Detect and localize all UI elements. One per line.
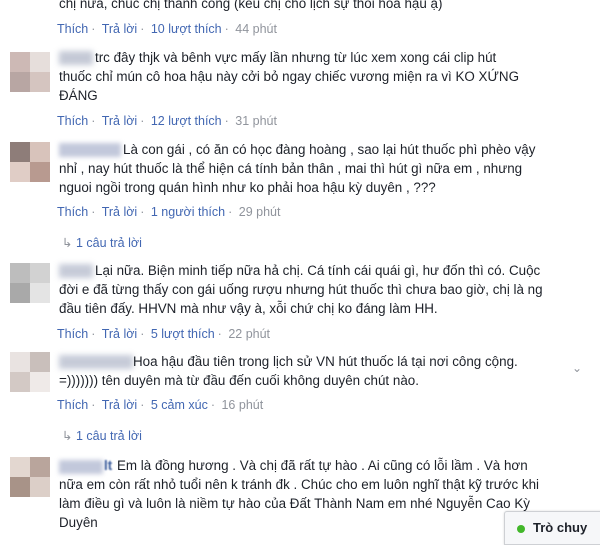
reply-arrow-icon: ↳ [62,429,73,443]
comment-text: nhỉ , nay hút thuốc là thể hiện cá tính … [59,161,523,176]
like-link[interactable]: Thích [57,327,88,341]
view-replies-link[interactable]: ↳ 1 câu trả lời [62,428,142,443]
comment-text: ĐÁNG [59,88,98,103]
timestamp[interactable]: 44 phút [235,22,277,36]
likes-count[interactable]: 5 lượt thích [151,327,215,341]
likes-count[interactable]: 12 lượt thích [151,114,222,128]
chat-bar[interactable]: Trò chuy [504,511,600,545]
comment-text: Hoa hậu đầu tiên trong lịch sử VN hút th… [133,354,518,369]
like-link[interactable]: Thích [57,398,88,412]
timestamp[interactable]: 22 phút [228,327,270,341]
reply-arrow-icon: ↳ [62,236,73,250]
online-status-icon [517,525,525,533]
chevron-down-icon[interactable]: ⌄ [572,361,582,375]
timestamp[interactable]: 29 phút [239,205,281,219]
comment-actions-2: Thích · Trả lời · 1 người thích · 29 phút [57,205,281,219]
comment-text: Em là đồng hương . Và chị đã rất tự hào … [117,458,528,473]
author-name-blurred[interactable] [59,355,133,369]
comment-text: nữa em còn rất nhỏ tuổi nên k tránh đk .… [59,477,540,492]
avatar[interactable] [10,263,50,303]
comment-text: làm điều gì và luôn là niềm tự hào của Đ… [59,496,530,511]
comment-text: =))))))) tên duyên mà từ đầu đến cuối kh… [59,373,419,388]
chat-label: Trò chuy [533,520,588,535]
author-name-suffix[interactable]: lt [104,456,112,475]
avatar[interactable] [10,352,50,392]
reactions-count[interactable]: 5 cảm xúc [151,398,208,412]
author-name-blurred[interactable] [59,51,93,65]
comment-actions-1: Thích · Trả lời · 12 lượt thích · 31 phút [57,114,277,128]
comment-actions-3: Thích · Trả lời · 5 lượt thích · 22 phút [57,327,271,341]
likes-count[interactable]: 10 lượt thích [151,22,222,36]
timestamp[interactable]: 16 phút [221,398,263,412]
comment-text: thuốc chỉ mún cô hoa hậu này cởi bỏ ngay… [59,69,519,84]
likes-count[interactable]: 1 người thích [151,205,225,219]
like-link[interactable]: Thích [57,205,88,219]
like-link[interactable]: Thích [57,114,88,128]
avatar[interactable] [10,142,50,182]
comment-actions-0: Thích · Trả lời · 10 lượt thích · 44 phút [57,22,277,36]
reply-link[interactable]: Trả lời [102,327,138,341]
reply-link[interactable]: Trả lời [102,205,138,219]
comment-text-partial: chị nữa, chúc chị thành công (kêu chị ch… [59,0,443,11]
comment-text: Duyên [59,515,98,530]
timestamp[interactable]: 31 phút [235,114,277,128]
comment-text: Là con gái , có ăn có học đàng hoàng , s… [123,142,536,157]
comment-text: nguoi ngồi trong quán hình như ko phải h… [59,180,436,195]
author-name-blurred[interactable] [59,460,103,474]
view-replies-link[interactable]: ↳ 1 câu trả lời [62,235,142,250]
comment-text: đầu tiên đấy. HHVN mà như vậy à, xỗi chứ… [59,301,438,316]
like-link[interactable]: Thích [57,22,88,36]
comment-text: Lại nữa. Biện minh tiếp nữa hả chị. Cá t… [95,263,541,278]
reply-link[interactable]: Trả lời [102,22,138,36]
avatar[interactable] [10,457,50,497]
reply-link[interactable]: Trả lời [102,114,138,128]
reply-link[interactable]: Trả lời [102,398,138,412]
avatar[interactable] [10,52,50,92]
comment-text: trc đây thjk và bênh vực mấy lần nhưng t… [95,50,497,65]
author-name-blurred[interactable] [59,264,93,278]
author-name-blurred[interactable] [59,143,121,157]
comment-actions-4: Thích · Trả lời · 5 cảm xúc · 16 phút [57,398,264,412]
comment-text: đời e đã từng thấy con gái uống rượu như… [59,282,543,297]
